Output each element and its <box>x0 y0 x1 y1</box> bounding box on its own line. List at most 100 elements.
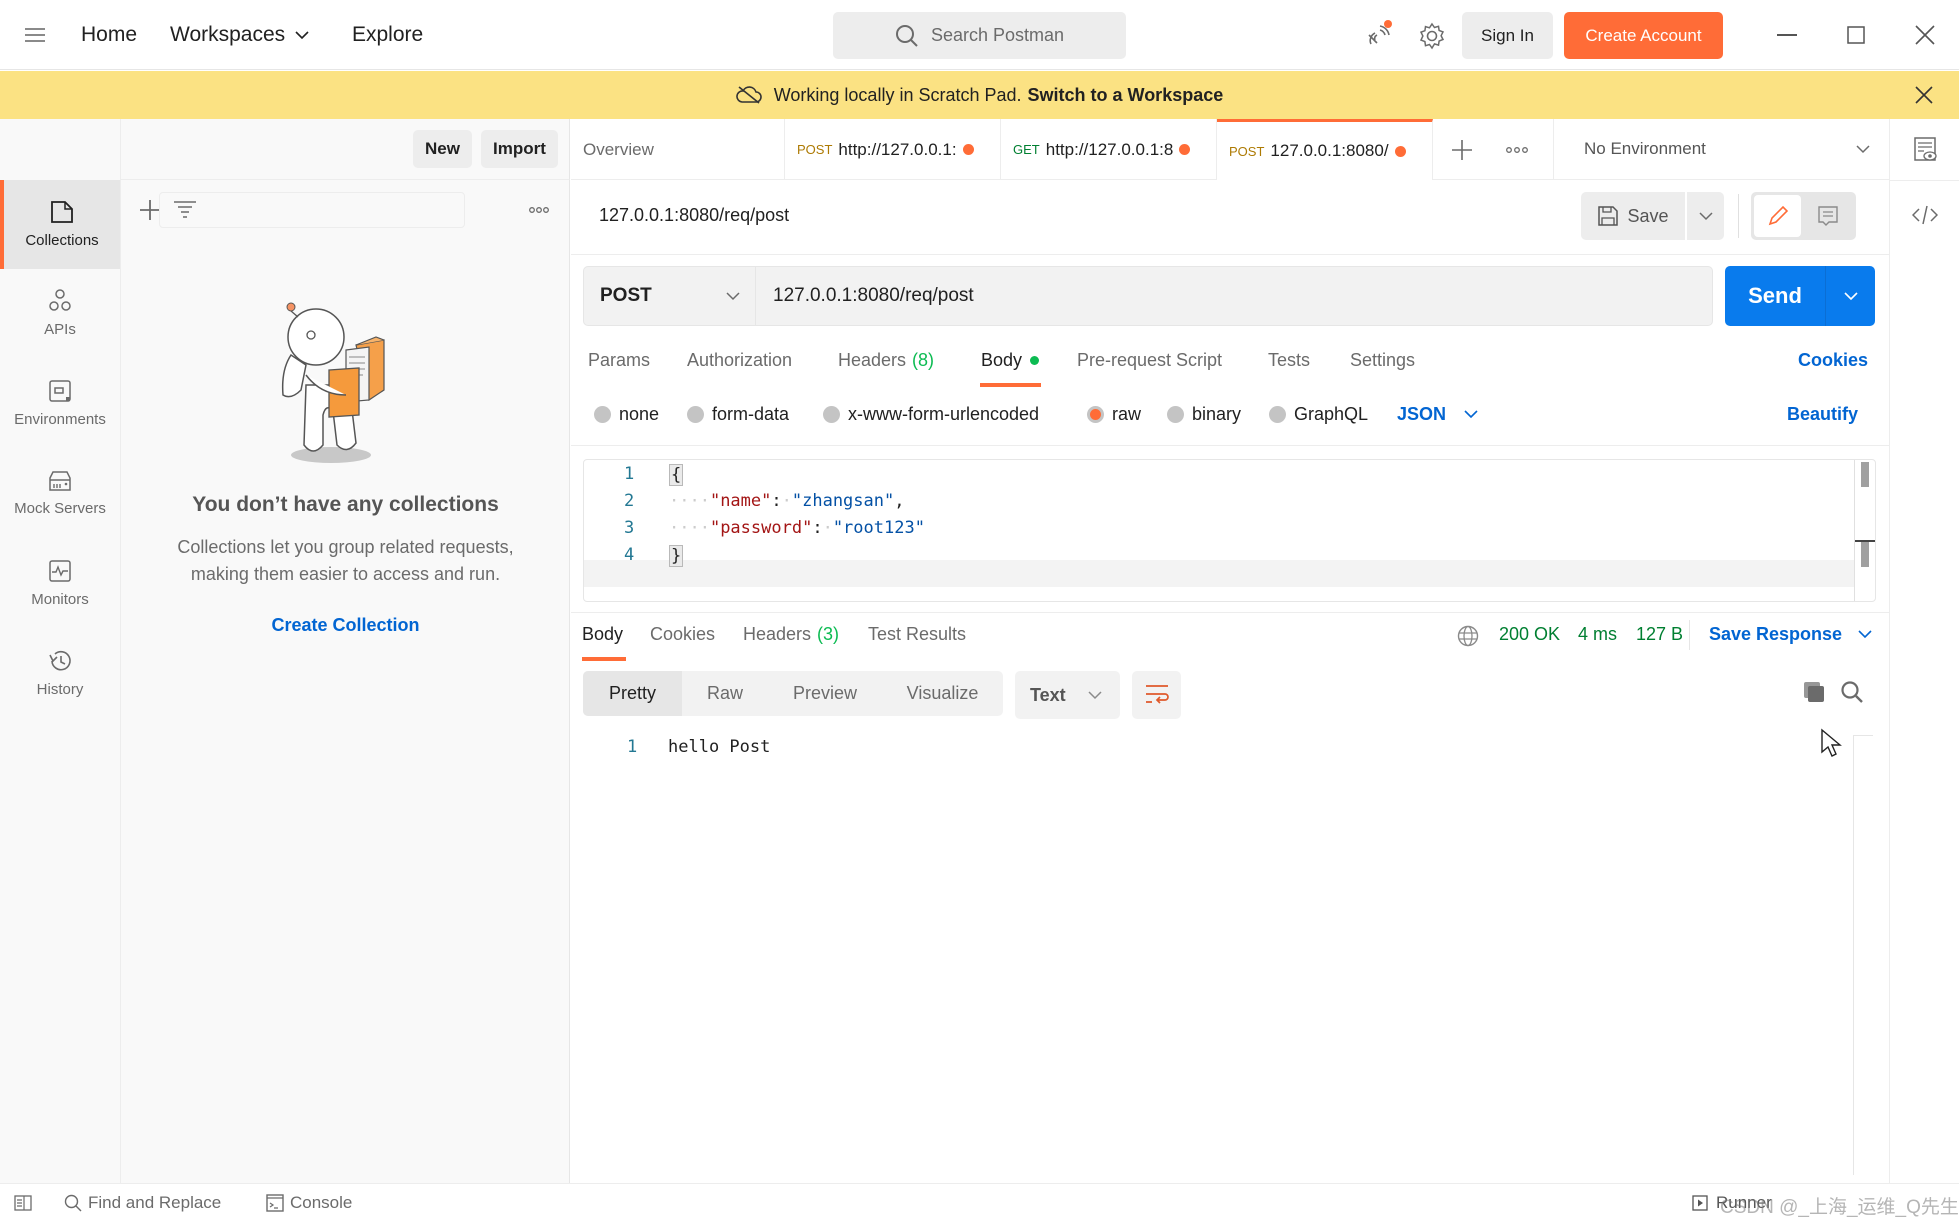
search-response-icon[interactable] <box>1840 680 1864 704</box>
response-tab-body[interactable]: Body <box>582 624 623 645</box>
new-tab-icon[interactable] <box>1452 140 1472 160</box>
nav-home[interactable]: Home <box>81 23 137 47</box>
view-visualize[interactable]: Visualize <box>882 671 1003 716</box>
switch-workspace-link[interactable]: Switch to a Workspace <box>1028 85 1224 106</box>
url-input[interactable]: 127.0.0.1:8080/req/post <box>756 267 1712 325</box>
tab-label: http://127.0.0.1:8 <box>1045 139 1174 159</box>
find-replace-label: Find and Replace <box>88 1193 222 1212</box>
new-button[interactable]: New <box>413 130 472 168</box>
response-scrollbar[interactable] <box>1853 735 1873 1175</box>
hamburger-menu-icon[interactable] <box>24 26 46 44</box>
radio-raw[interactable]: raw <box>1087 404 1141 425</box>
create-account-button[interactable]: Create Account <box>1564 12 1723 59</box>
collections-icon <box>50 200 74 224</box>
send-options-button[interactable] <box>1826 266 1875 326</box>
code-brace-open: { <box>669 464 684 486</box>
method-select[interactable]: POST <box>584 267 756 325</box>
nav-workspaces[interactable]: Workspaces <box>170 23 309 47</box>
beautify-button[interactable]: Beautify <box>1787 404 1858 425</box>
body-mode-selector: none form-data x-www-form-urlencoded raw… <box>571 400 1889 446</box>
nav-explore[interactable]: Explore <box>352 23 423 47</box>
save-button[interactable]: Save <box>1581 192 1685 240</box>
view-preview[interactable]: Preview <box>768 671 882 716</box>
add-collection-icon[interactable] <box>140 200 160 220</box>
console-button[interactable]: Console <box>266 1193 352 1213</box>
editor-scrollbar[interactable] <box>1854 460 1875 601</box>
tab-body[interactable]: Body <box>981 350 1040 371</box>
send-button[interactable]: Send <box>1725 266 1826 326</box>
sidebar-item-monitors[interactable]: Monitors <box>0 539 120 627</box>
window-minimize-icon[interactable] <box>1777 34 1797 36</box>
radio-graphql[interactable]: GraphQL <box>1269 404 1368 425</box>
tab-pre-request-script[interactable]: Pre-request Script <box>1077 350 1222 371</box>
settings-gear-icon[interactable] <box>1418 22 1446 50</box>
wrap-lines-button[interactable] <box>1132 671 1181 719</box>
collections-panel: You don’t have any collections Collectio… <box>121 180 570 1183</box>
tab-headers[interactable]: Headers (8) <box>838 350 934 371</box>
tab-settings[interactable]: Settings <box>1350 350 1415 371</box>
copy-icon[interactable] <box>1802 680 1826 704</box>
edit-mode-button[interactable] <box>1754 195 1801 237</box>
sidebar-item-environments[interactable]: Environments <box>0 359 120 447</box>
response-format-select[interactable]: Text <box>1015 671 1120 719</box>
window-maximize-icon[interactable] <box>1847 26 1865 44</box>
sidebar-item-history[interactable]: History <box>0 629 120 717</box>
search-input[interactable]: Search Postman <box>833 12 1126 59</box>
response-tab-headers[interactable]: Headers (3) <box>743 624 839 645</box>
code-brace-close: } <box>669 545 684 567</box>
response-size[interactable]: 127 B <box>1636 624 1683 645</box>
sign-in-button[interactable]: Sign In <box>1462 12 1553 59</box>
view-pretty[interactable]: Pretty <box>583 671 682 716</box>
radio-x-www-form-urlencoded[interactable]: x-www-form-urlencoded <box>823 404 1039 425</box>
tab-options-icon[interactable] <box>1506 147 1528 153</box>
globe-icon[interactable] <box>1457 625 1479 647</box>
environment-selector[interactable]: No Environment <box>1553 119 1889 179</box>
request-body-editor[interactable]: 1 2 3 4 { ···· "name": · "zhangsan", ···· "p… <box>583 459 1876 602</box>
find-and-replace-button[interactable]: Find and Replace <box>64 1193 221 1213</box>
radio-binary[interactable]: binary <box>1167 404 1241 425</box>
line-number: 2 <box>624 491 635 511</box>
request-tab[interactable]: POST http://127.0.0.1: <box>785 119 1001 180</box>
toggle-sidebar-icon[interactable] <box>14 1195 32 1211</box>
import-button[interactable]: Import <box>481 130 558 168</box>
method-label: POST <box>600 285 652 306</box>
response-time[interactable]: 4 ms <box>1578 624 1617 645</box>
cookies-link[interactable]: Cookies <box>1798 350 1868 371</box>
line-number: 4 <box>624 545 635 565</box>
more-options-icon[interactable] <box>529 207 549 213</box>
sidebar-item-collections[interactable]: Collections <box>0 180 120 269</box>
request-tab[interactable]: GET http://127.0.0.1:8 <box>1001 119 1217 180</box>
radio-form-data[interactable]: form-data <box>687 404 789 425</box>
response-tabs: Body Cookies Headers (3) Test Results 20… <box>571 620 1889 670</box>
response-status[interactable]: 200 OK <box>1499 624 1560 645</box>
tab-overview[interactable]: Overview <box>571 119 785 180</box>
sync-status-icon[interactable] <box>1365 20 1395 50</box>
tab-params[interactable]: Params <box>588 350 650 371</box>
view-raw[interactable]: Raw <box>682 671 768 716</box>
documentation-mode-button[interactable] <box>1803 195 1853 237</box>
code-snippet-icon[interactable] <box>1912 205 1938 225</box>
radio-label: x-www-form-urlencoded <box>848 404 1040 424</box>
tab-tests[interactable]: Tests <box>1268 350 1310 371</box>
scroll-thumb-lower <box>1861 542 1869 567</box>
create-collection-link[interactable]: Create Collection <box>121 615 570 636</box>
scratch-pad-banner: Working locally in Scratch Pad. Switch t… <box>0 71 1959 119</box>
sidebar-item-apis[interactable]: APIs <box>0 269 120 357</box>
empty-collections-illustration <box>261 295 411 465</box>
save-response-button[interactable]: Save Response <box>1709 624 1872 645</box>
response-body[interactable]: 1 hello Post <box>583 730 1853 1170</box>
environment-quick-look-icon[interactable] <box>1914 137 1938 163</box>
radio-none[interactable]: none <box>594 404 659 425</box>
request-tab-active[interactable]: POST 127.0.0.1:8080/ <box>1217 119 1433 180</box>
language-select[interactable]: JSON <box>1397 404 1478 425</box>
save-options-button[interactable] <box>1687 192 1724 240</box>
window-close-icon[interactable] <box>1915 25 1935 45</box>
response-tab-cookies[interactable]: Cookies <box>650 624 715 645</box>
monitors-icon <box>48 559 72 583</box>
radio-icon <box>1167 406 1184 423</box>
tab-authorization[interactable]: Authorization <box>687 350 792 371</box>
filter-collections-input[interactable] <box>159 192 465 228</box>
banner-close-icon[interactable] <box>1915 86 1933 104</box>
sidebar-item-mock-servers[interactable]: Mock Servers <box>0 449 120 537</box>
response-tab-test-results[interactable]: Test Results <box>868 624 966 645</box>
